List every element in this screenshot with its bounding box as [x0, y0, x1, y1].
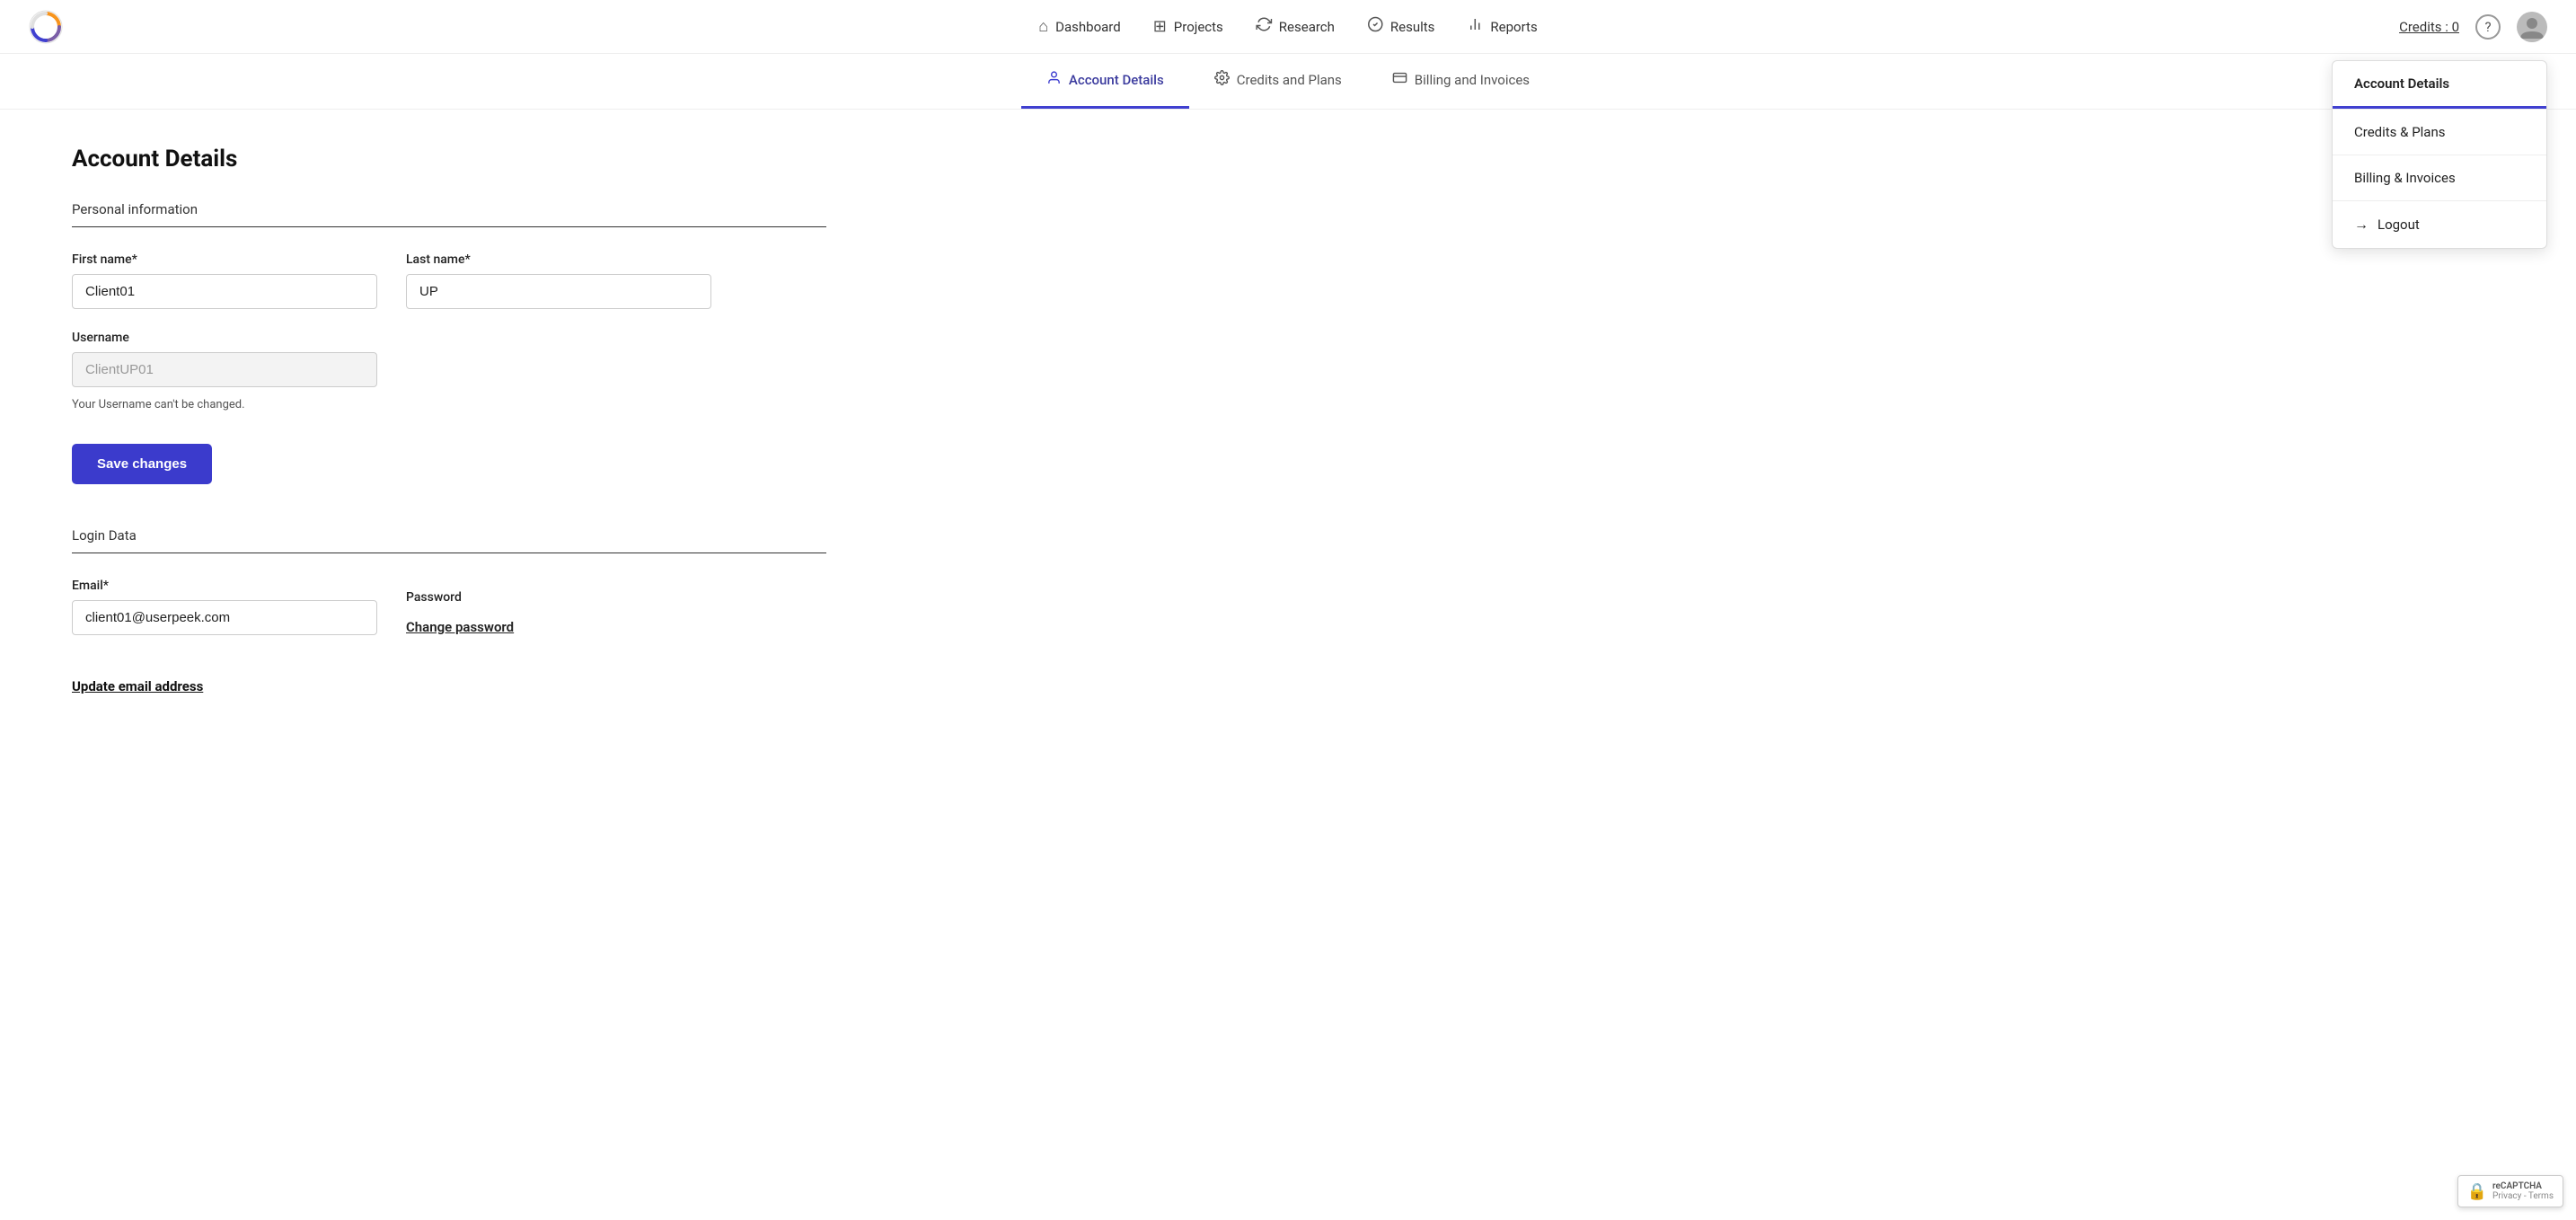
- last-name-input[interactable]: [406, 274, 711, 309]
- dropdown-credits-plans-label: Credits & Plans: [2354, 124, 2445, 140]
- email-input[interactable]: [72, 600, 377, 635]
- recaptcha-text: reCAPTCHA Privacy - Terms: [2492, 1181, 2554, 1201]
- nav-results[interactable]: Results: [1367, 16, 1435, 37]
- sub-navigation: Account Details Credits and Plans Billin…: [0, 54, 2576, 110]
- username-label: Username: [72, 331, 377, 345]
- first-name-group: First name*: [72, 252, 377, 309]
- tab-credits-plans[interactable]: Credits and Plans: [1189, 54, 1367, 109]
- billing-icon: [1392, 70, 1407, 90]
- logout-icon: →: [2354, 216, 2369, 234]
- checkmark-icon: [1367, 16, 1383, 37]
- username-group: Username Your Username can't be changed.: [72, 331, 377, 411]
- nav-reports[interactable]: Reports: [1467, 16, 1537, 37]
- nav-results-label: Results: [1390, 19, 1435, 35]
- first-name-label: First name*: [72, 252, 377, 267]
- question-icon: ?: [2484, 19, 2491, 35]
- email-group: Email*: [72, 579, 377, 635]
- refresh-icon: [1256, 16, 1272, 37]
- login-data-section: Login Data Email* Password Change passwo…: [72, 527, 826, 694]
- dropdown-logout[interactable]: → Logout: [2333, 201, 2546, 248]
- dropdown-billing-invoices-label: Billing & Invoices: [2354, 170, 2456, 186]
- username-hint: Your Username can't be changed.: [72, 398, 377, 411]
- personal-section-label: Personal information: [72, 201, 826, 217]
- user-dropdown-menu: Account Details Credits & Plans Billing …: [2332, 60, 2547, 249]
- tab-account-details[interactable]: Account Details: [1021, 54, 1189, 109]
- tab-billing-invoices-label: Billing and Invoices: [1415, 72, 1530, 88]
- dropdown-billing-invoices[interactable]: Billing & Invoices: [2333, 155, 2546, 200]
- nav-dashboard[interactable]: ⌂ Dashboard: [1038, 17, 1120, 36]
- password-group: Password Change password: [406, 579, 711, 635]
- change-password-link[interactable]: Change password: [406, 619, 711, 635]
- chart-icon: [1467, 16, 1483, 37]
- update-email-link[interactable]: Update email address: [72, 678, 203, 694]
- recaptcha-badge: 🔒 reCAPTCHA Privacy - Terms: [2457, 1175, 2563, 1207]
- main-navigation: ⌂ Dashboard ⊞ Projects Research Results: [1038, 16, 1537, 37]
- last-name-label: Last name*: [406, 252, 711, 267]
- email-label: Email*: [72, 579, 377, 593]
- dropdown-account-details[interactable]: Account Details: [2333, 61, 2546, 109]
- credits-link[interactable]: Credits : 0: [2399, 19, 2459, 35]
- tab-billing-invoices[interactable]: Billing and Invoices: [1367, 54, 1555, 109]
- login-form-row: Email* Password Change password: [72, 579, 826, 635]
- avatar-button[interactable]: [2517, 12, 2547, 42]
- tab-account-details-label: Account Details: [1069, 72, 1164, 88]
- username-form-row: Username Your Username can't be changed.: [72, 331, 826, 411]
- username-input: [72, 352, 377, 387]
- page-title: Account Details: [72, 146, 826, 172]
- top-navigation: ⌂ Dashboard ⊞ Projects Research Results: [0, 0, 2576, 54]
- nav-reports-label: Reports: [1490, 19, 1537, 35]
- home-icon: ⌂: [1038, 17, 1048, 36]
- last-name-group: Last name*: [406, 252, 711, 309]
- dropdown-logout-label: Logout: [2378, 217, 2420, 233]
- login-section-label: Login Data: [72, 527, 826, 544]
- nav-research[interactable]: Research: [1256, 16, 1335, 37]
- user-icon: [1046, 70, 1062, 90]
- first-name-input[interactable]: [72, 274, 377, 309]
- nav-projects-label: Projects: [1174, 19, 1223, 35]
- personal-divider: [72, 226, 826, 227]
- dropdown-credits-plans[interactable]: Credits & Plans: [2333, 110, 2546, 155]
- help-button[interactable]: ?: [2475, 14, 2501, 40]
- grid-icon: ⊞: [1153, 17, 1167, 36]
- nav-research-label: Research: [1279, 19, 1335, 35]
- recaptcha-logo: 🔒: [2467, 1182, 2487, 1201]
- settings-icon: [1214, 70, 1230, 90]
- main-content: Account Details Personal information Fir…: [0, 110, 898, 730]
- dropdown-account-details-label: Account Details: [2354, 75, 2449, 92]
- name-form-row: First name* Last name*: [72, 252, 826, 309]
- tab-credits-plans-label: Credits and Plans: [1237, 72, 1342, 88]
- password-label: Password: [406, 590, 711, 605]
- save-changes-button[interactable]: Save changes: [72, 444, 212, 484]
- nav-right: Credits : 0 ? Account Details Credits & …: [2399, 12, 2547, 42]
- nav-projects[interactable]: ⊞ Projects: [1153, 17, 1223, 36]
- nav-dashboard-label: Dashboard: [1055, 19, 1121, 35]
- app-logo[interactable]: [29, 10, 63, 44]
